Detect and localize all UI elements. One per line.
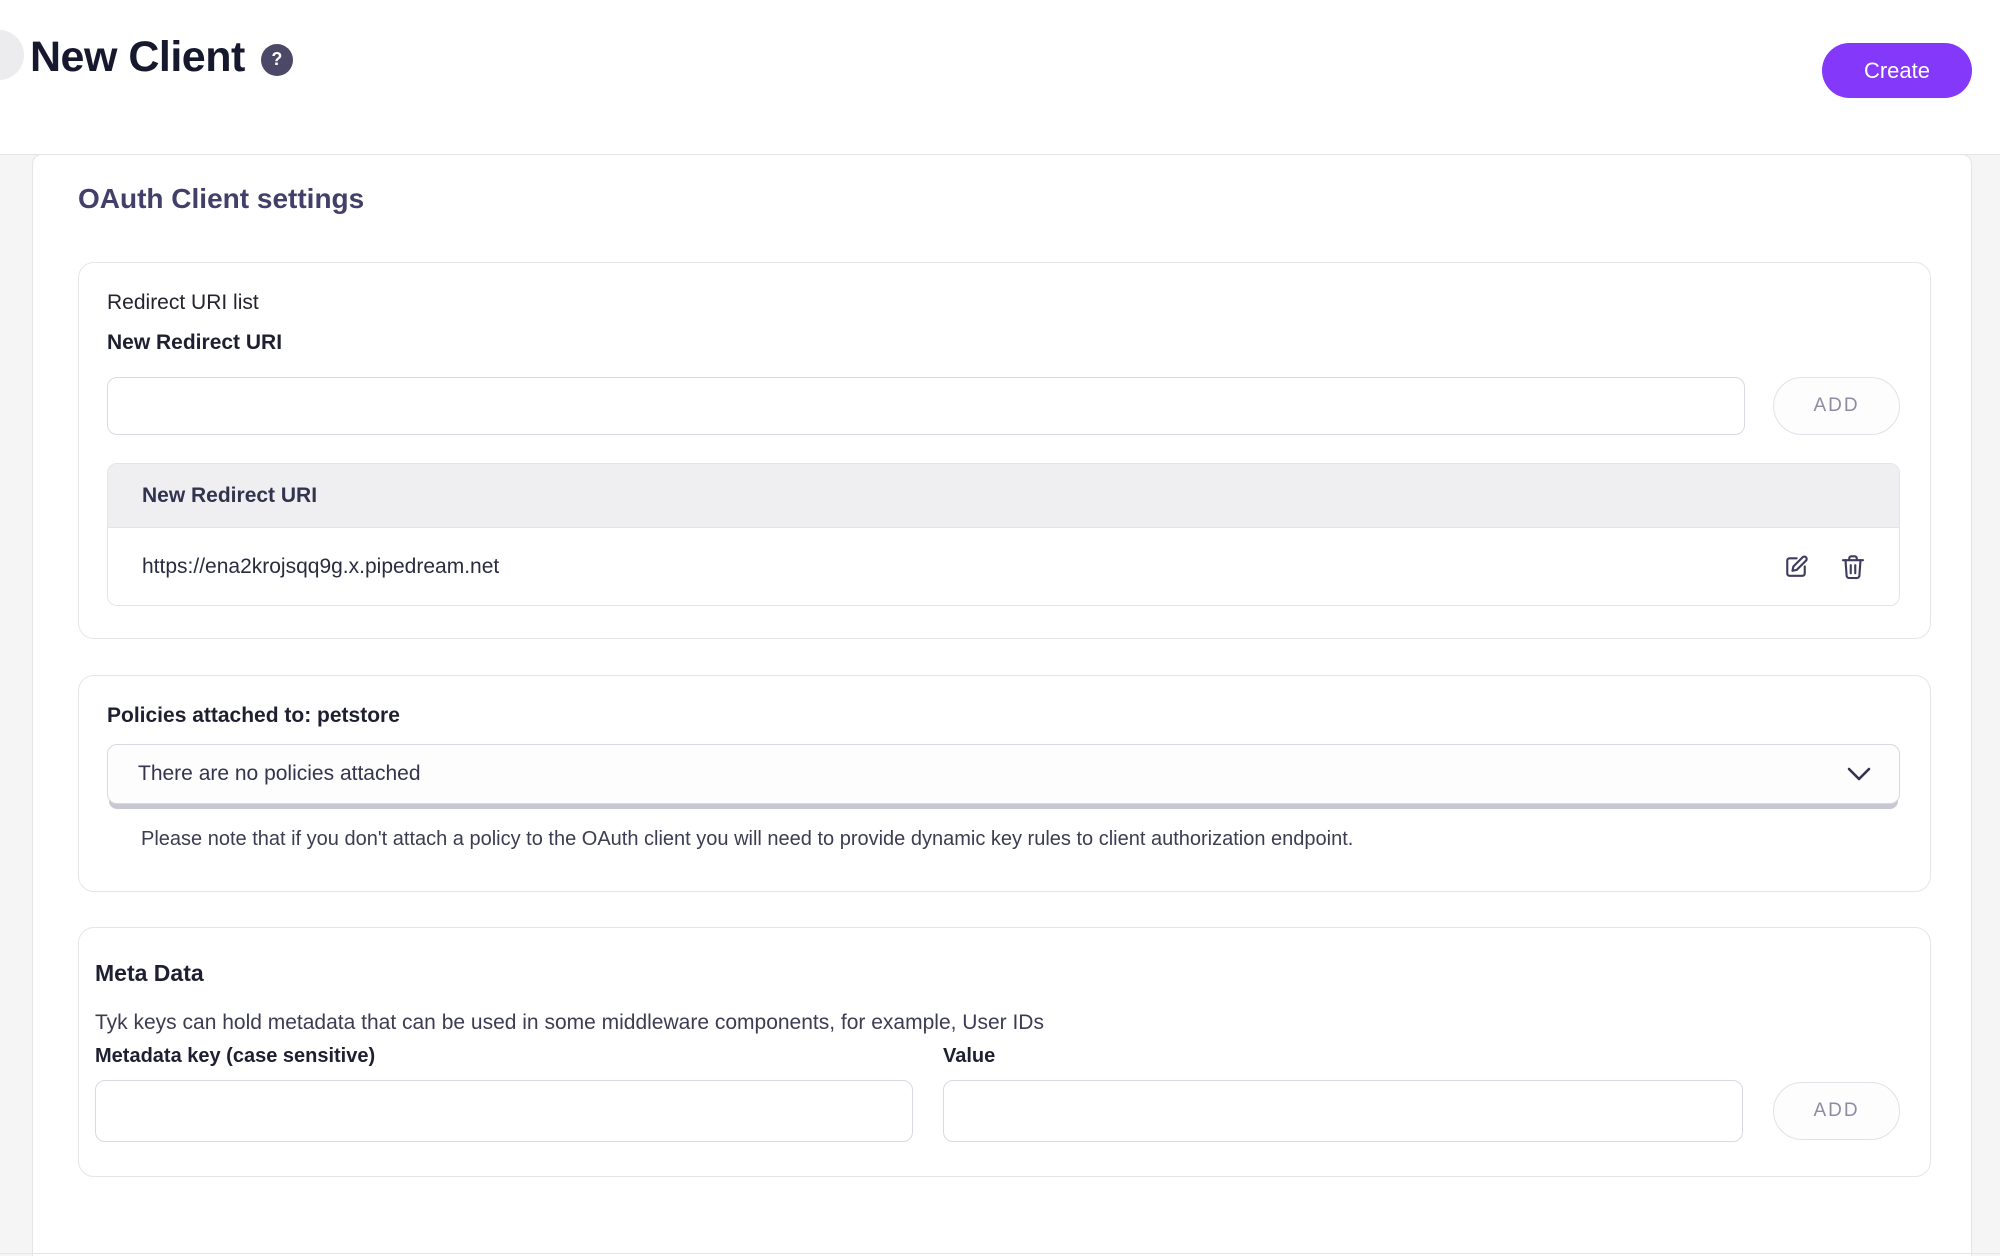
collapsed-nav-button[interactable] xyxy=(0,30,24,80)
add-metadata-button[interactable]: ADD xyxy=(1773,1082,1900,1140)
redirect-uri-input-row: ADD xyxy=(107,377,1900,435)
redirect-uri-list-label: Redirect URI list xyxy=(107,291,1900,315)
metadata-value-input[interactable] xyxy=(943,1080,1743,1142)
redirect-uri-card: Redirect URI list New Redirect URI ADD N… xyxy=(78,262,1931,639)
metadata-value-label: Value xyxy=(943,1045,1743,1068)
help-icon[interactable]: ? xyxy=(261,44,293,76)
new-redirect-uri-label: New Redirect URI xyxy=(107,331,1900,355)
metadata-card: Meta Data Tyk keys can hold metadata tha… xyxy=(78,927,1931,1177)
chevron-down-icon xyxy=(1847,767,1871,781)
bottom-divider xyxy=(0,1253,2000,1254)
policies-note: Please note that if you don't attach a p… xyxy=(141,828,1900,851)
policies-title: Policies attached to: petstore xyxy=(107,704,1900,728)
metadata-key-input[interactable] xyxy=(95,1080,913,1142)
delete-icon[interactable] xyxy=(1839,552,1867,582)
metadata-form: Metadata key (case sensitive) Value ADD xyxy=(95,1045,1900,1142)
row-actions xyxy=(1781,552,1867,582)
policies-select[interactable]: There are no policies attached xyxy=(107,744,1900,804)
section-title: OAuth Client settings xyxy=(78,183,1931,215)
page-header: New Client ? Create xyxy=(0,0,2000,155)
new-redirect-uri-input[interactable] xyxy=(107,377,1745,435)
create-button[interactable]: Create xyxy=(1822,43,1972,98)
metadata-title: Meta Data xyxy=(95,960,1900,987)
metadata-key-label: Metadata key (case sensitive) xyxy=(95,1045,913,1068)
title-wrap: New Client ? xyxy=(30,33,293,82)
redirect-uri-table: New Redirect URI https://ena2krojsqq9g.x… xyxy=(107,463,1900,606)
table-row: https://ena2krojsqq9g.x.pipedream.net xyxy=(108,528,1899,605)
redirect-uri-table-header: New Redirect URI xyxy=(108,464,1899,528)
policies-select-value: There are no policies attached xyxy=(138,762,421,786)
metadata-description: Tyk keys can hold metadata that can be u… xyxy=(95,1011,1900,1035)
content-area: OAuth Client settings Redirect URI list … xyxy=(0,155,2000,1256)
policies-card: Policies attached to: petstore There are… xyxy=(78,675,1931,892)
main-panel: OAuth Client settings Redirect URI list … xyxy=(32,154,1972,1256)
add-redirect-uri-button[interactable]: ADD xyxy=(1773,377,1900,435)
edit-icon[interactable] xyxy=(1781,552,1811,582)
redirect-uri-value: https://ena2krojsqq9g.x.pipedream.net xyxy=(142,555,499,579)
page-title: New Client xyxy=(30,33,245,82)
